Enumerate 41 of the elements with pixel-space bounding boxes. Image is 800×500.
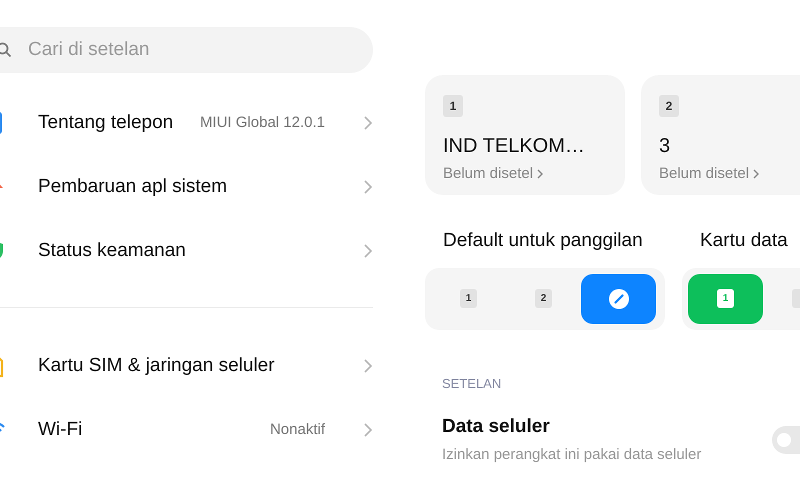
sim-option[interactable] xyxy=(581,274,656,324)
chevron-icon xyxy=(363,243,373,259)
item-label: Pembaruan apl sistem xyxy=(38,174,228,199)
item-label: Status keamanan xyxy=(38,238,187,263)
search-field[interactable]: Cari di setelan xyxy=(28,36,328,64)
sim-status: Belum disetel xyxy=(659,164,750,184)
settings-item[interactable]: Kartu SIM & jaringan seluler xyxy=(0,334,373,398)
default-title: Default untuk panggilan xyxy=(442,229,644,253)
settings-item[interactable]: Pembaruan apl sistem xyxy=(0,155,373,219)
sim-badge: 1 xyxy=(717,289,734,308)
sim-card[interactable]: 2 3 Belum disetel xyxy=(641,75,800,195)
sim-badge: 1 xyxy=(443,95,463,117)
chevron-icon xyxy=(753,169,760,180)
default-title: Kartu data xyxy=(699,229,789,253)
sim-card[interactable]: 1 IND TELKOM… Belum disetel xyxy=(425,75,625,195)
item-value: Nonaktif xyxy=(270,420,325,440)
section-header: SETELAN xyxy=(441,374,502,392)
chevron-icon xyxy=(363,422,373,438)
settings-item[interactable]: Wi-Fi Nonaktif xyxy=(0,398,373,462)
chevron-icon xyxy=(363,115,373,131)
sim-option[interactable]: 1 xyxy=(431,274,506,324)
settings-item[interactable]: Status keamanan xyxy=(0,219,373,283)
search-icon xyxy=(0,42,12,58)
sim-badge: 1 xyxy=(460,289,477,308)
chevron-icon xyxy=(363,179,373,195)
pencil-icon xyxy=(608,288,628,308)
sim-name: IND TELKOM… xyxy=(443,134,585,159)
chevron-icon xyxy=(537,169,544,180)
item-value: MIUI Global 12.0.1 xyxy=(200,112,325,133)
sim-option[interactable]: 2 xyxy=(506,274,581,324)
sim-name: 3 xyxy=(659,134,670,159)
settings-item[interactable]: Tentang telepon MIUI Global 12.0.1 xyxy=(0,91,373,155)
setting-subtitle: Izinkan perangkat ini pakai data seluler xyxy=(442,444,702,464)
chevron-icon xyxy=(363,358,373,374)
item-label: Wi-Fi xyxy=(38,418,84,442)
search-bar[interactable]: Cari di setelan xyxy=(0,27,373,73)
sim-status: Belum disetel xyxy=(443,164,534,184)
sim-badge: 2 xyxy=(535,289,552,308)
item-label: Kartu SIM & jaringan seluler xyxy=(38,354,276,378)
sim-badge: 2 xyxy=(659,95,679,117)
setting-title: Data seluler xyxy=(442,415,551,439)
